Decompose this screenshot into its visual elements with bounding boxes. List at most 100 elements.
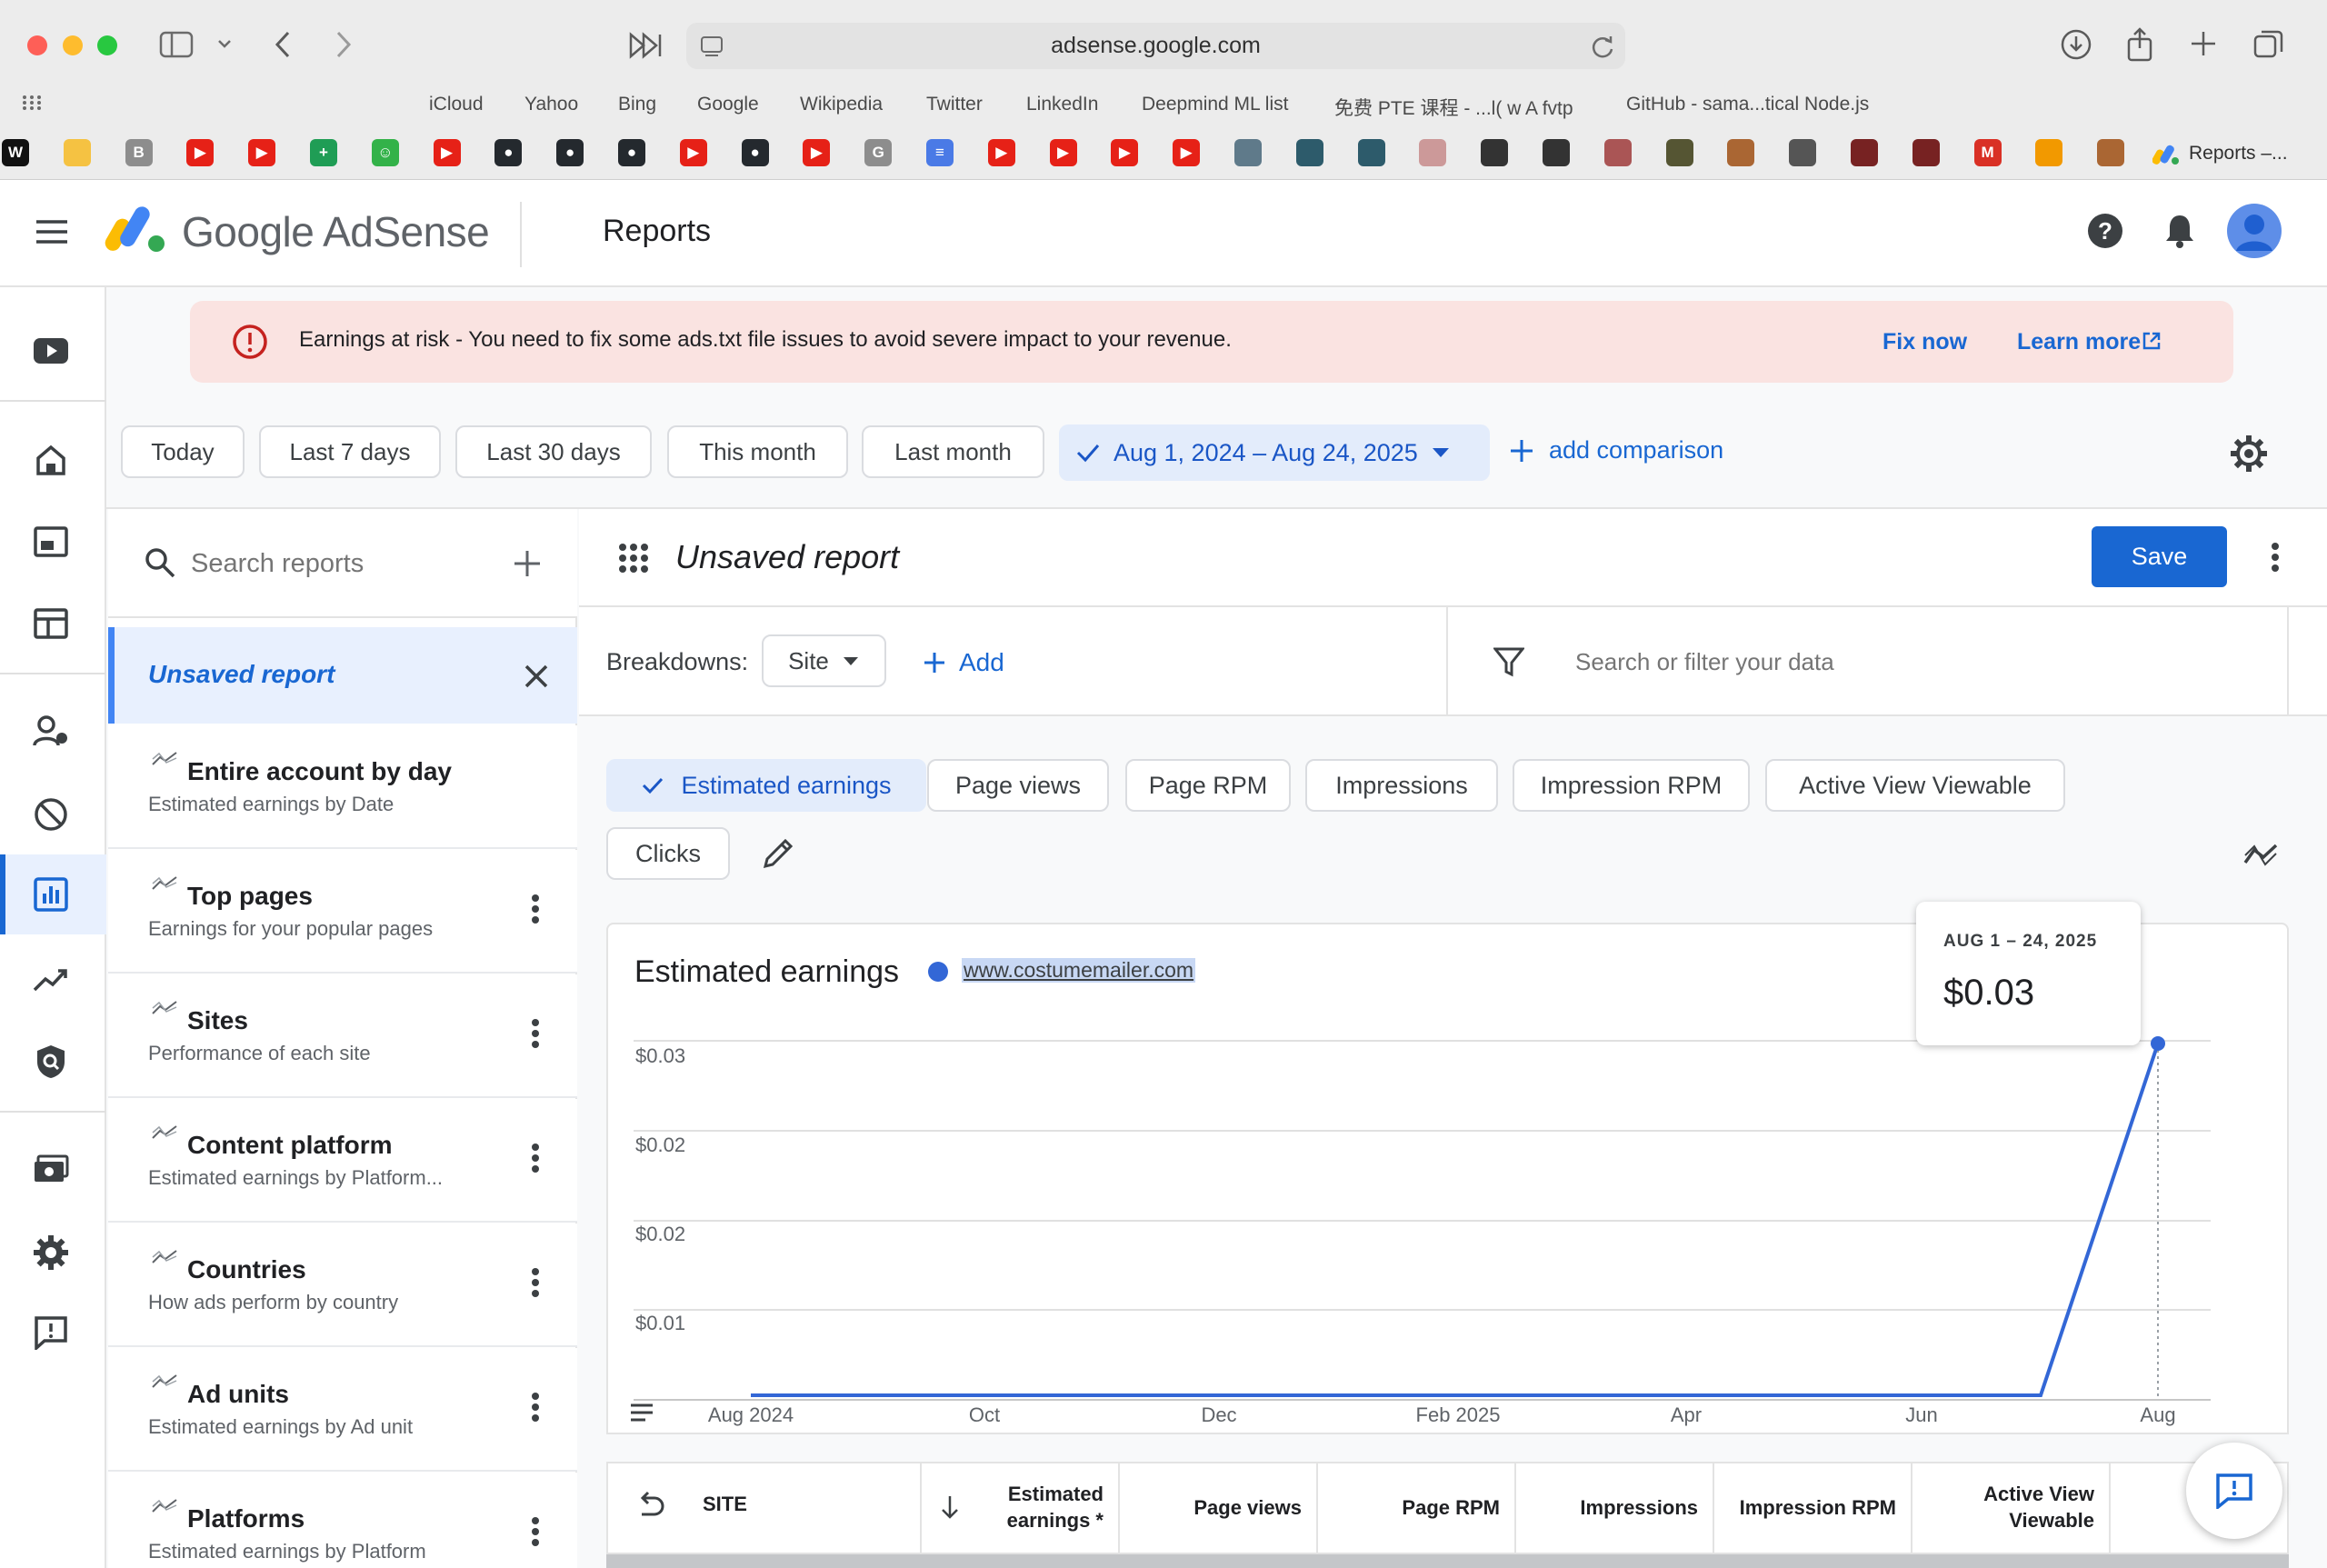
privacy-messaging-icon[interactable]	[27, 707, 75, 754]
bookmark-icon[interactable]	[1234, 139, 1262, 166]
favorite-link[interactable]: iCloud	[429, 94, 484, 121]
favorite-link[interactable]: GitHub - sama...tical Node.js	[1626, 94, 1869, 121]
close-window-button[interactable]	[27, 35, 47, 55]
add-breakdown-button[interactable]: Add	[923, 648, 1004, 677]
metric-impression-rpm[interactable]: Impression RPM	[1513, 759, 1750, 812]
reports-icon[interactable]	[27, 871, 75, 918]
bookmark-icon[interactable]	[63, 139, 91, 166]
date-chip-this-month[interactable]: This month	[667, 425, 848, 478]
payments-icon[interactable]	[27, 1145, 75, 1193]
share-icon[interactable]	[2124, 26, 2155, 63]
address-bar[interactable]: adsense.google.com	[686, 23, 1625, 69]
favorite-link[interactable]: Wikipedia	[800, 94, 883, 121]
tab-overview-icon[interactable]	[2252, 28, 2285, 61]
fix-now-link[interactable]: Fix now	[1883, 329, 1967, 355]
add-report-icon[interactable]	[513, 549, 542, 578]
bookmark-icon[interactable]: ●	[494, 139, 523, 166]
metric-page-views[interactable]: Page views	[927, 759, 1109, 812]
tab-reports[interactable]: Reports –...	[2152, 136, 2288, 171]
report-item-sites[interactable]	[108, 974, 577, 1098]
report-more-options-icon[interactable]	[530, 1267, 541, 1298]
sites-icon[interactable]	[27, 600, 75, 647]
bookmark-icon[interactable]	[1357, 139, 1385, 166]
date-chip-last-7-days[interactable]: Last 7 days	[259, 425, 441, 478]
breakdown-site-dropdown[interactable]: Site	[762, 634, 886, 687]
page-settings-icon[interactable]	[700, 35, 724, 57]
optimization-icon[interactable]	[27, 956, 75, 1004]
filter-icon[interactable]	[1493, 646, 1524, 677]
bookmark-icon[interactable]: ●	[618, 139, 645, 166]
bookmark-icon[interactable]	[1481, 139, 1509, 166]
apps-icon[interactable]	[618, 543, 649, 574]
downloads-icon[interactable]	[2060, 28, 2092, 61]
bookmark-icon[interactable]: ▶	[803, 139, 831, 166]
bookmark-icon[interactable]	[1543, 139, 1570, 166]
favorite-link[interactable]: Deepmind ML list	[1142, 94, 1288, 121]
favorite-link[interactable]: Bing	[618, 94, 656, 121]
report-item-content-platform[interactable]	[108, 1099, 577, 1223]
bookmark-icon[interactable]: ▶	[433, 139, 461, 166]
sort-descending-icon[interactable]	[939, 1493, 961, 1521]
report-more-options-icon[interactable]	[530, 1143, 541, 1174]
date-chip-last-month[interactable]: Last month	[862, 425, 1044, 478]
report-item-entire-account[interactable]	[108, 725, 577, 849]
bookmark-icon[interactable]: ▶	[679, 139, 707, 166]
edit-metrics-icon[interactable]	[762, 837, 794, 870]
youtube-icon[interactable]	[27, 327, 75, 375]
minimize-window-button[interactable]	[63, 35, 83, 55]
zoom-window-button[interactable]	[97, 35, 117, 55]
bookmark-icon[interactable]	[1665, 139, 1693, 166]
undo-icon[interactable]	[634, 1491, 665, 1522]
report-more-options-icon[interactable]	[530, 894, 541, 924]
close-icon[interactable]	[524, 664, 549, 689]
report-item-ad-units[interactable]	[108, 1348, 577, 1472]
favorite-link[interactable]: Google	[697, 94, 759, 121]
bookmark-icon[interactable]	[2035, 139, 2063, 166]
bookmark-icon[interactable]	[1419, 139, 1447, 166]
feedback-icon[interactable]	[27, 1309, 75, 1356]
metric-impressions[interactable]: Impressions	[1305, 759, 1498, 812]
column-header-active-view-viewable[interactable]: Active View Viewable	[1913, 1462, 2111, 1554]
bookmark-icon[interactable]: W	[2, 139, 29, 166]
bookmark-icon[interactable]: ☺	[371, 139, 399, 166]
avatar[interactable]	[2227, 204, 2282, 258]
chart-table-toggle-icon[interactable]	[629, 1402, 654, 1423]
filter-data-input[interactable]	[1575, 644, 2212, 680]
blocking-controls-icon[interactable]	[27, 791, 75, 838]
menu-icon[interactable]	[35, 218, 69, 245]
policy-center-icon[interactable]	[27, 1038, 75, 1085]
ads-icon[interactable]	[27, 518, 75, 565]
bookmark-icon[interactable]: B	[125, 139, 153, 166]
date-range-selector[interactable]: Aug 1, 2024 – Aug 24, 2025	[1059, 424, 1490, 481]
bookmark-icon[interactable]: ▶	[1049, 139, 1077, 166]
report-name[interactable]: Unsaved report	[675, 538, 899, 576]
report-more-options-icon[interactable]	[530, 1018, 541, 1049]
report-more-options-icon[interactable]	[530, 1516, 541, 1547]
more-options-icon[interactable]	[2270, 542, 2281, 573]
legend-series-name[interactable]: www.costumemailer.com	[962, 958, 1196, 983]
chevron-down-icon[interactable]	[215, 35, 234, 53]
favorite-link[interactable]: Yahoo	[524, 94, 578, 121]
bookmark-icon[interactable]	[1295, 139, 1323, 166]
bookmark-icon[interactable]: ▶	[248, 139, 276, 166]
column-header-estimated-earnings[interactable]: Estimated earnings *	[971, 1462, 1120, 1554]
column-header-site[interactable]: SITE	[703, 1493, 747, 1516]
bookmark-icon[interactable]	[1603, 139, 1632, 166]
metric-active-view-viewable[interactable]: Active View Viewable	[1765, 759, 2065, 812]
metric-clicks[interactable]: Clicks	[606, 827, 730, 880]
bookmark-icon[interactable]: G	[864, 139, 893, 166]
bookmark-icon[interactable]: ▶	[987, 139, 1015, 166]
column-header-impressions[interactable]: Impressions	[1516, 1462, 1714, 1554]
save-button[interactable]: Save	[2092, 526, 2227, 587]
bookmark-icon[interactable]: ▶	[1173, 139, 1201, 166]
bookmark-icon[interactable]	[2097, 139, 2125, 166]
report-settings-icon[interactable]	[2230, 434, 2268, 473]
report-item-countries[interactable]	[108, 1223, 577, 1347]
favorite-link[interactable]: LinkedIn	[1026, 94, 1098, 121]
learn-more-link[interactable]: Learn more	[2017, 329, 2141, 355]
forward-icon[interactable]	[331, 29, 356, 60]
date-chip-last-30-days[interactable]: Last 30 days	[455, 425, 652, 478]
apps-grid-icon[interactable]	[22, 95, 42, 111]
bookmark-icon[interactable]: +	[310, 139, 337, 166]
sidebar-toggle-icon[interactable]	[159, 31, 194, 58]
